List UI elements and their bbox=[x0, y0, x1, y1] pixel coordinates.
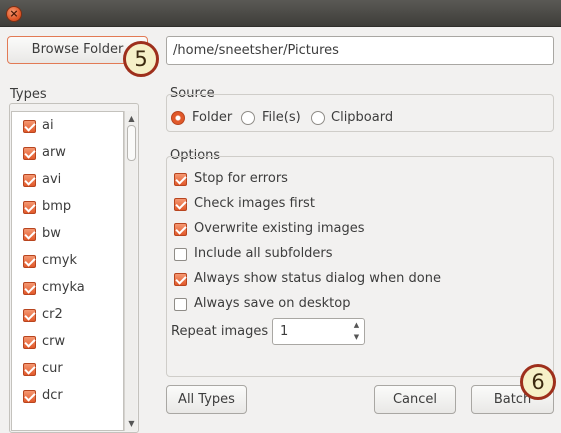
step-badge-6: 6 bbox=[520, 364, 556, 400]
type-item[interactable]: cmyk bbox=[12, 248, 123, 275]
type-label: cmyk bbox=[42, 253, 78, 268]
repeat-images-spinner[interactable]: 1 ▲ ▼ bbox=[272, 318, 365, 345]
type-checkbox[interactable] bbox=[23, 228, 36, 241]
type-item[interactable]: cr2 bbox=[12, 302, 123, 329]
cancel-button[interactable]: Cancel bbox=[374, 385, 456, 414]
cancel-label: Cancel bbox=[392, 392, 438, 407]
type-checkbox[interactable] bbox=[23, 255, 36, 268]
type-checkbox[interactable] bbox=[23, 174, 36, 187]
type-label: crw bbox=[42, 334, 66, 349]
scroll-down-icon[interactable]: ▼ bbox=[126, 418, 137, 429]
type-item[interactable]: crw bbox=[12, 329, 123, 356]
type-label: cmyka bbox=[42, 280, 85, 295]
option-label: Always save on desktop bbox=[194, 296, 351, 311]
type-item[interactable]: cmyka bbox=[12, 275, 123, 302]
type-item[interactable]: bmp bbox=[12, 194, 123, 221]
source-clipboard-label: Clipboard bbox=[331, 110, 394, 125]
type-item[interactable]: dcr bbox=[12, 383, 123, 410]
batch-dialog: Browse Folder /home/sneetsher/Pictures 5… bbox=[0, 27, 561, 433]
repeat-images-value[interactable]: 1 bbox=[280, 324, 288, 339]
type-label: arw bbox=[42, 145, 66, 160]
scroll-thumb[interactable] bbox=[127, 125, 136, 161]
all-types-label: All Types bbox=[178, 392, 235, 407]
types-scrollbar[interactable]: ▲ ▼ bbox=[124, 111, 137, 431]
all-types-button[interactable]: All Types bbox=[166, 385, 247, 414]
option-label: Stop for errors bbox=[194, 171, 288, 186]
option-checkbox[interactable] bbox=[174, 273, 187, 286]
type-checkbox[interactable] bbox=[23, 363, 36, 376]
type-item[interactable]: bw bbox=[12, 221, 123, 248]
option-label: Check images first bbox=[194, 196, 315, 211]
type-checkbox[interactable] bbox=[23, 309, 36, 322]
type-label: cur bbox=[42, 361, 63, 376]
type-checkbox[interactable] bbox=[23, 201, 36, 214]
type-checkbox[interactable] bbox=[23, 282, 36, 295]
types-list[interactable]: ai arw avi bmp bw cmyk cmyka cr2 crw cur dcr bbox=[11, 111, 124, 431]
type-label: avi bbox=[42, 172, 62, 187]
types-group-title: Types bbox=[10, 87, 47, 102]
option-checkbox[interactable] bbox=[174, 173, 187, 186]
close-icon[interactable]: × bbox=[6, 6, 22, 22]
source-files-label: File(s) bbox=[262, 110, 301, 125]
type-item[interactable]: arw bbox=[12, 140, 123, 167]
type-item[interactable]: avi bbox=[12, 167, 123, 194]
type-checkbox[interactable] bbox=[23, 336, 36, 349]
repeat-images-label: Repeat images bbox=[171, 324, 269, 339]
option-label: Include all subfolders bbox=[194, 246, 333, 261]
option-label: Overwrite existing images bbox=[194, 221, 365, 236]
source-clipboard-radio[interactable] bbox=[311, 111, 325, 125]
type-label: dcr bbox=[42, 388, 63, 403]
type-label: bw bbox=[42, 226, 61, 241]
source-folder-radio[interactable] bbox=[171, 111, 185, 125]
option-checkbox[interactable] bbox=[174, 198, 187, 211]
type-label: cr2 bbox=[42, 307, 63, 322]
option-checkbox[interactable] bbox=[174, 248, 187, 261]
type-item[interactable]: cur bbox=[12, 356, 123, 383]
type-label: bmp bbox=[42, 199, 72, 214]
type-checkbox[interactable] bbox=[23, 147, 36, 160]
source-folder-label: Folder bbox=[192, 110, 233, 125]
source-files-radio[interactable] bbox=[241, 111, 255, 125]
step-badge-5: 5 bbox=[123, 41, 159, 77]
type-item[interactable]: ai bbox=[12, 113, 123, 140]
type-checkbox[interactable] bbox=[23, 120, 36, 133]
browse-folder-label: Browse Folder bbox=[31, 42, 124, 57]
folder-path-input[interactable]: /home/sneetsher/Pictures bbox=[166, 36, 554, 65]
scroll-up-icon[interactable]: ▲ bbox=[126, 113, 137, 124]
option-checkbox[interactable] bbox=[174, 223, 187, 236]
title-bar: × bbox=[0, 0, 561, 27]
spin-down-icon[interactable]: ▼ bbox=[351, 332, 362, 343]
type-checkbox[interactable] bbox=[23, 390, 36, 403]
type-label: ai bbox=[42, 118, 54, 133]
option-label: Always show status dialog when done bbox=[194, 271, 441, 286]
spin-up-icon[interactable]: ▲ bbox=[351, 320, 362, 331]
option-checkbox[interactable] bbox=[174, 298, 187, 311]
